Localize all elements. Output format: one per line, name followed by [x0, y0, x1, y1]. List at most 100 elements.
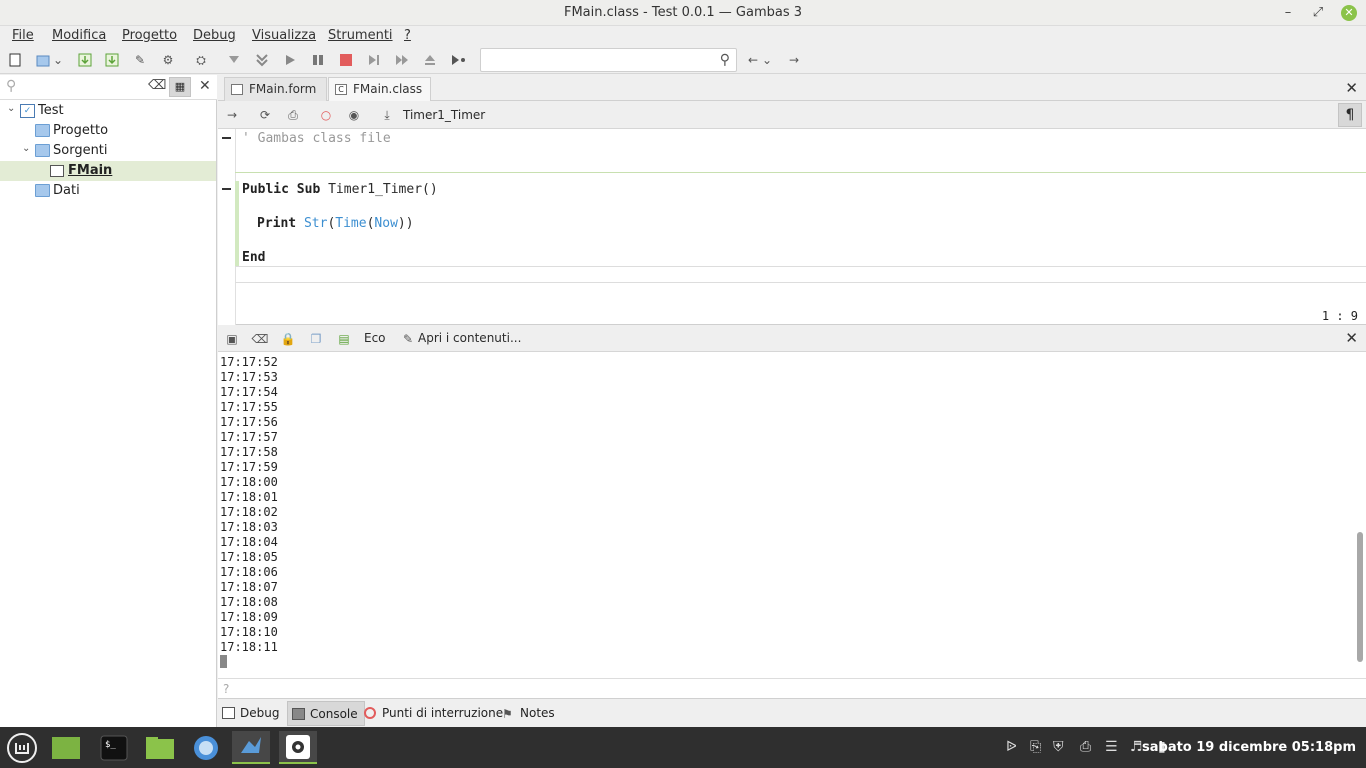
browser-app-icon[interactable] [187, 731, 225, 764]
cursor-position: 1 : 9 [1321, 309, 1358, 323]
menu-file[interactable]: File [12, 28, 34, 43]
open-contents-button[interactable]: Apri i contenuti... [418, 331, 521, 345]
copy-icon[interactable]: ❐ [307, 330, 325, 348]
settings-icon[interactable]: ⛭ [192, 51, 210, 69]
search-icon[interactable]: ⚲ [720, 52, 730, 68]
edit-icon[interactable]: ✎ [131, 51, 149, 69]
save-icon[interactable] [76, 51, 94, 69]
window-title: FMain.class - Test 0.0.1 — Gambas 3 [563, 5, 803, 20]
terminal-app-icon[interactable]: $_ [95, 731, 133, 764]
edit-icon[interactable]: ✎ [399, 330, 417, 348]
goto-procedure-icon[interactable]: ⤓ [378, 106, 396, 124]
pause-icon[interactable] [309, 51, 327, 69]
close-icon[interactable]: ✕ [1341, 5, 1357, 21]
print-icon[interactable]: ⎙ [284, 106, 302, 124]
close-tab-icon[interactable]: ✕ [1345, 79, 1358, 97]
eject-icon[interactable] [421, 51, 439, 69]
fold-marker-icon[interactable] [222, 188, 231, 190]
tab-breakpoints[interactable]: Punti di interruzione [360, 701, 509, 726]
tree-item-test[interactable]: ⌄ ✓ Test [0, 101, 216, 121]
refresh-icon[interactable]: ⟳ [256, 106, 274, 124]
console-line: 17:18:04 [220, 535, 278, 549]
save-all-icon[interactable] [103, 51, 121, 69]
console-line: 17:18:09 [220, 610, 278, 624]
chevron-down-icon[interactable]: ⌄ [761, 51, 773, 69]
tree-item-sorgenti[interactable]: ⌄ Sorgenti [0, 141, 216, 161]
properties-icon[interactable]: ⚙ [159, 51, 177, 69]
code-punct: )) [397, 216, 414, 231]
form-icon [50, 165, 64, 177]
terminal-icon[interactable]: ▣ [223, 330, 241, 348]
procedure-selector[interactable]: Timer1_Timer [403, 108, 485, 122]
tab-fmain-class[interactable]: C FMain.class [328, 77, 431, 101]
tree-item-fmain[interactable]: FMain [0, 161, 216, 181]
project-search-input[interactable]: ⚲ ⌫ ▦ ✕ [0, 75, 217, 100]
toolbar-search-input[interactable]: ⚲ [480, 48, 737, 72]
fold-marker-icon[interactable] [222, 137, 231, 139]
chevron-down-icon[interactable]: ⌄ [7, 103, 15, 114]
menu-progetto[interactable]: Progetto [122, 28, 177, 43]
start-menu-icon[interactable] [3, 731, 41, 764]
shield-icon[interactable]: ⛨ [1053, 739, 1064, 755]
stop-icon[interactable] [337, 51, 355, 69]
console-output[interactable]: 17:17:52 17:17:53 17:17:54 17:17:55 17:17:56… [218, 352, 1366, 678]
tree-item-dati[interactable]: Dati [0, 181, 216, 201]
menu-modifica[interactable]: Modifica [52, 28, 106, 43]
lock-icon[interactable]: 🔒 [279, 330, 297, 348]
run-icon[interactable] [281, 51, 299, 69]
console-scrollbar[interactable] [1357, 532, 1363, 662]
minimize-icon[interactable]: – [1278, 3, 1298, 23]
new-file-icon[interactable] [6, 51, 24, 69]
files-app-icon[interactable] [141, 731, 179, 764]
show-whitespace-toggle[interactable]: ¶ [1338, 103, 1362, 127]
chevron-down-icon[interactable]: ⌄ [52, 51, 64, 69]
close-panel-icon[interactable]: ✕ [199, 78, 211, 94]
printer-icon[interactable]: ⎙ [1080, 739, 1091, 755]
gambas-app-icon[interactable] [232, 731, 270, 764]
clear-icon[interactable]: ⌫ [148, 78, 166, 93]
tree-item-label: Dati [53, 183, 80, 198]
forward-arrow-icon[interactable]: → [785, 51, 803, 69]
compile-all-icon[interactable] [253, 51, 271, 69]
menu-debug[interactable]: Debug [193, 28, 236, 43]
tab-debug[interactable]: Debug [218, 701, 285, 726]
compile-icon[interactable] [225, 51, 243, 69]
filter-toggle-icon[interactable]: ▦ [169, 77, 191, 97]
menu-visualizza[interactable]: Visualizza [252, 28, 316, 43]
tab-console[interactable]: Console [287, 701, 365, 726]
code-editor[interactable]: ' Gambas class file Public Sub Timer1_Ti… [218, 129, 1366, 325]
console-input[interactable]: ? [218, 678, 1366, 698]
volume-icon[interactable]: ♬ [1130, 739, 1143, 755]
tree-item-progetto[interactable]: Progetto [0, 121, 216, 141]
console-line: 17:18:00 [220, 475, 278, 489]
tab-fmain-form[interactable]: FMain.form [224, 77, 327, 101]
close-console-icon[interactable]: ✕ [1345, 329, 1358, 347]
taskbar-clock[interactable]: sabato 19 dicembre 05:18pm [1142, 740, 1356, 755]
console-icon [292, 708, 305, 720]
paste-icon[interactable]: ▤ [335, 330, 353, 348]
wifi-icon[interactable]: ☰ [1105, 739, 1118, 755]
indent-icon[interactable]: → [223, 106, 241, 124]
new-project-icon[interactable] [34, 51, 52, 69]
maximize-icon[interactable]: ⤢ [1308, 3, 1328, 23]
tab-notes[interactable]: ⚑ Notes [498, 701, 561, 726]
menu-help[interactable]: ? [404, 28, 411, 43]
bottom-panel-tabs: Debug Console Punti di interruzione ⚑ No… [218, 698, 1366, 727]
back-arrow-icon[interactable]: ← [744, 51, 762, 69]
run-to-icon[interactable] [449, 51, 467, 69]
forward-icon[interactable] [393, 51, 411, 69]
clear-console-icon[interactable]: ⌫ [251, 330, 269, 348]
editor-toolbar: → ⟳ ⎙ ○ ◉ ⤓ Timer1_Timer ¶ [218, 101, 1366, 129]
show-desktop-icon[interactable] [47, 731, 85, 764]
eye-icon[interactable]: ◉ [345, 106, 363, 124]
step-icon[interactable] [365, 51, 383, 69]
bluetooth-icon[interactable]: ᐉ [1006, 739, 1017, 755]
chevron-down-icon[interactable]: ⌄ [22, 143, 30, 154]
settings-app-icon[interactable] [279, 731, 317, 764]
menu-strumenti[interactable]: Strumenti [328, 28, 393, 43]
console-line: 17:18:11 [220, 640, 278, 654]
echo-toggle[interactable]: Eco [364, 331, 386, 345]
console-toolbar: ▣ ⌫ 🔒 ❐ ▤ Eco ✎ Apri i contenuti... ✕ [218, 325, 1366, 352]
clipboard-icon[interactable]: ⎘ [1030, 739, 1041, 755]
breakpoint-icon[interactable]: ○ [317, 106, 335, 124]
